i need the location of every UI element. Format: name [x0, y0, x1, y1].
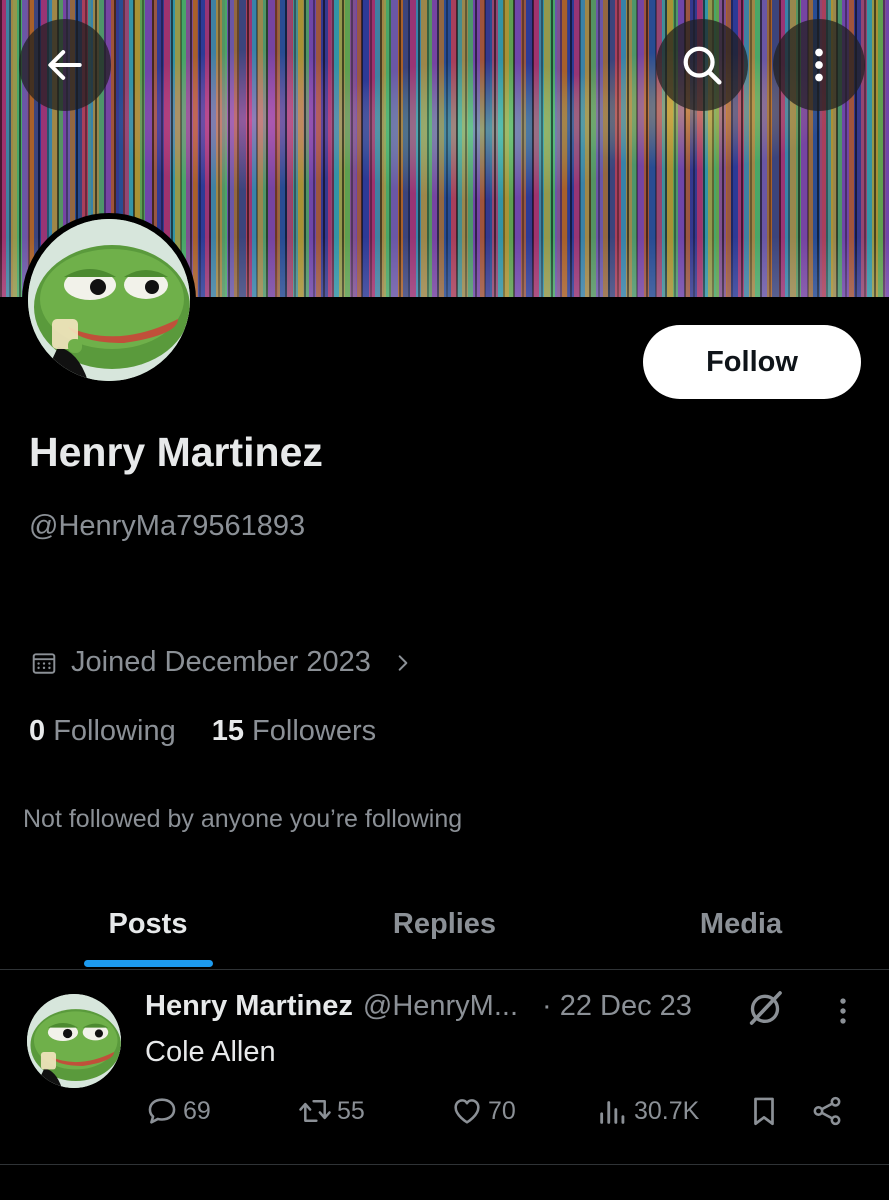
repost-button[interactable]: 55: [297, 1094, 365, 1128]
post-author-name[interactable]: Henry Martinez: [145, 990, 353, 1023]
follow-counts: 0 Following 15 Followers: [29, 715, 376, 748]
frog-avatar-image: [27, 994, 121, 1088]
search-button[interactable]: [656, 19, 748, 111]
profile-tabs: Posts Replies Media: [0, 878, 889, 970]
repost-icon: [299, 1100, 331, 1122]
more-vertical-icon: [815, 48, 823, 82]
profile-page: Follow Henry Martinez @HenryMa79561893 J…: [0, 0, 889, 1200]
more-options-button[interactable]: [773, 19, 865, 111]
bookmark-icon: [754, 1097, 774, 1126]
views-count: 30.7K: [634, 1096, 700, 1125]
post-date[interactable]: · 22 Dec 23: [542, 990, 692, 1023]
share-icon: [813, 1096, 841, 1126]
follow-button[interactable]: Follow: [643, 325, 861, 399]
followers-count: 15: [211, 715, 244, 747]
post-item[interactable]: Henry Martinez @HenryM... · 22 Dec 23 Co…: [0, 970, 889, 1165]
like-button[interactable]: 70: [450, 1094, 516, 1128]
reply-count: 69: [183, 1096, 211, 1125]
followers-link[interactable]: 15 Followers: [212, 715, 376, 748]
tab-media[interactable]: Media: [593, 878, 889, 970]
profile-avatar[interactable]: [22, 213, 196, 387]
tab-posts[interactable]: Posts: [0, 878, 296, 970]
post-header: Henry Martinez @HenryM... · 22 Dec 23: [145, 990, 692, 1023]
share-button[interactable]: [810, 1094, 844, 1128]
profile-handle: @HenryMa79561893: [29, 510, 306, 542]
post-author-handle[interactable]: @HenryM...: [363, 990, 518, 1023]
post-text: Cole Allen: [145, 1036, 276, 1068]
followers-label: Followers: [252, 715, 377, 747]
following-link[interactable]: 0 Following: [29, 715, 176, 748]
back-button[interactable]: [19, 19, 111, 111]
grok-icon[interactable]: [745, 988, 785, 1033]
following-label: Following: [53, 715, 176, 747]
arrow-left-icon: [48, 50, 82, 80]
tab-replies[interactable]: Replies: [296, 878, 593, 970]
profile-name: Henry Martinez: [29, 429, 323, 475]
following-count: 0: [29, 715, 46, 747]
heart-icon: [454, 1099, 480, 1124]
repost-count: 55: [337, 1096, 365, 1125]
like-count: 70: [488, 1096, 516, 1125]
bookmark-button[interactable]: [747, 1094, 781, 1128]
calendar-icon: [32, 652, 56, 674]
chevron-right-icon: [393, 653, 413, 673]
active-tab-indicator: [84, 960, 213, 967]
frog-avatar-image: [28, 219, 190, 381]
not-followed-notice: Not followed by anyone you’re following: [23, 805, 463, 833]
views-chart-icon: [600, 1101, 625, 1124]
post-avatar[interactable]: [27, 994, 121, 1088]
reply-button[interactable]: 69: [145, 1094, 211, 1128]
search-icon: [683, 46, 722, 85]
joined-date-text: Joined December 2023: [71, 646, 371, 678]
joined-date-row[interactable]: Joined December 2023: [31, 646, 413, 679]
post-actions: 69 55 70 30.7K: [0, 1094, 889, 1134]
views-button[interactable]: 30.7K: [596, 1094, 699, 1128]
post-more-icon[interactable]: [826, 994, 860, 1033]
reply-icon: [148, 1098, 176, 1124]
